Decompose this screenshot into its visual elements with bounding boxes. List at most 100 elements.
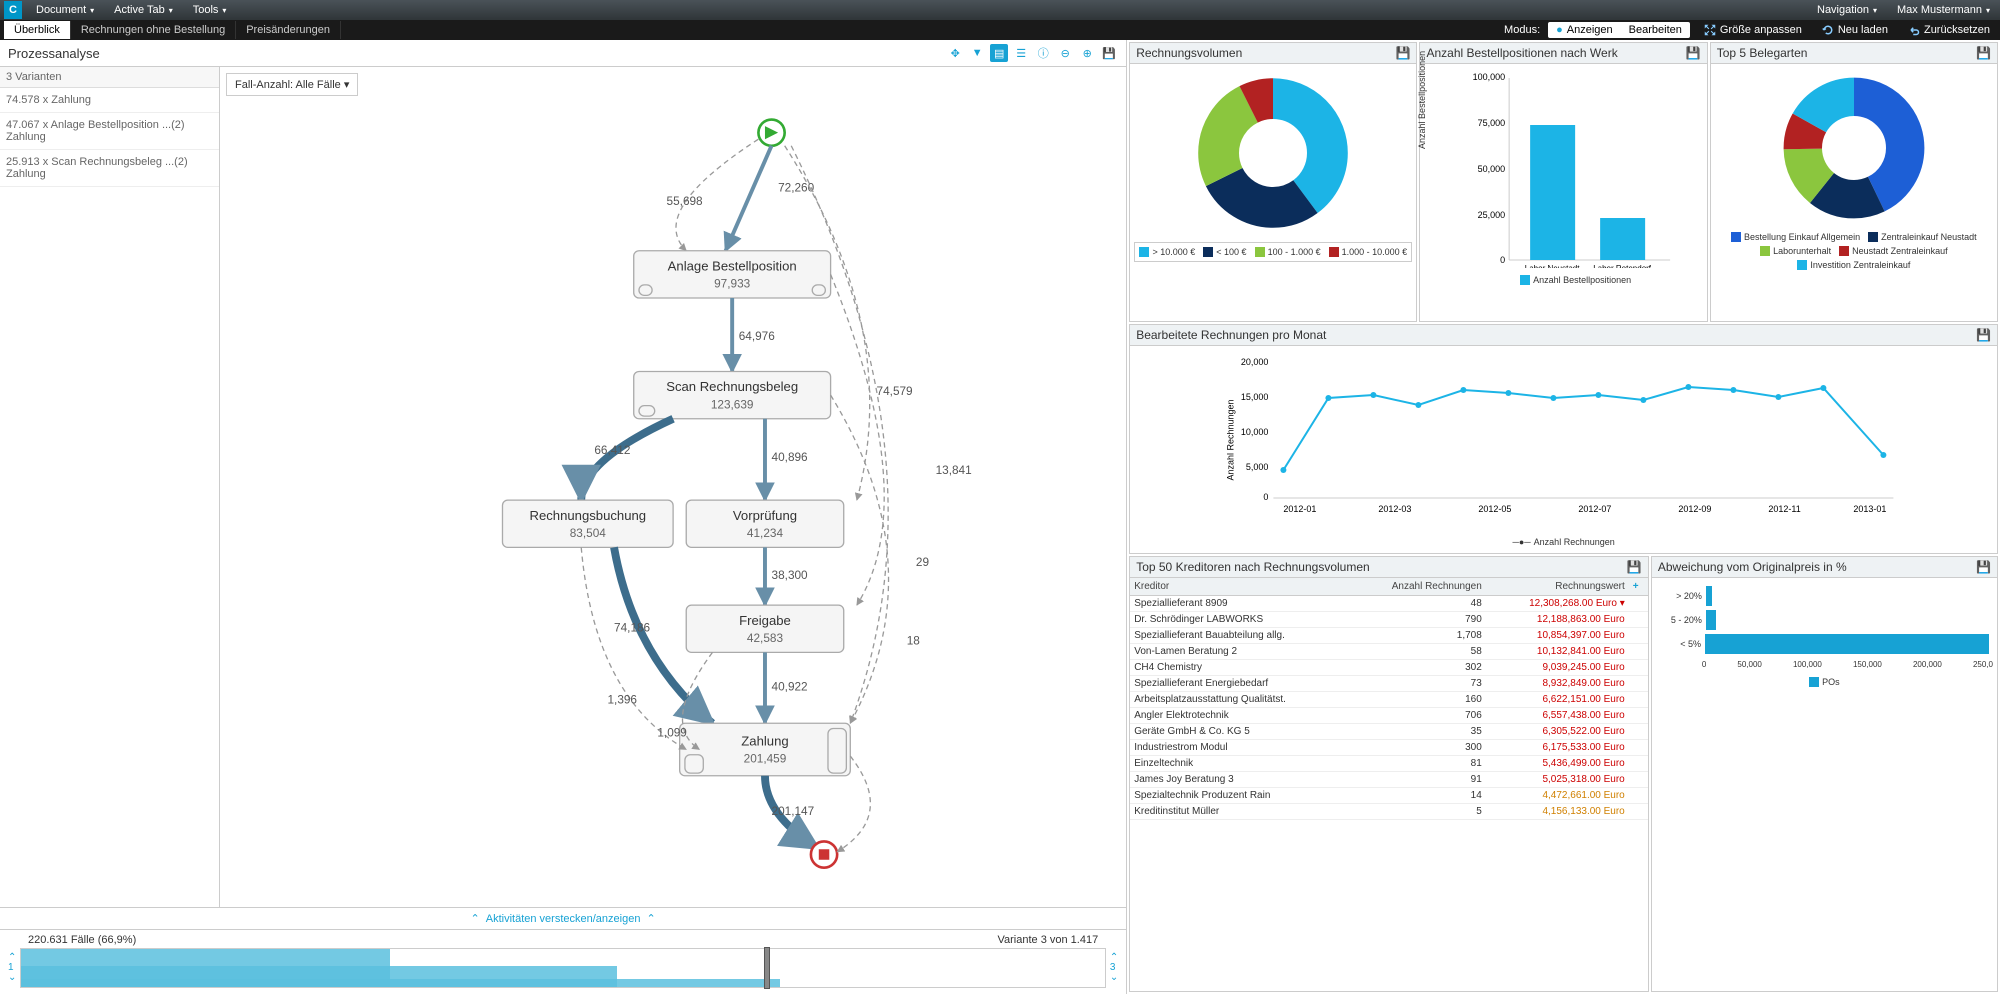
svg-text:Freigabe: Freigabe — [739, 613, 791, 628]
tool-filter[interactable]: ▼ — [968, 44, 986, 62]
svg-text:41,234: 41,234 — [747, 526, 784, 540]
svg-text:74,186: 74,186 — [614, 620, 651, 634]
reload-icon — [1822, 24, 1834, 36]
donut-chart[interactable] — [1774, 68, 1934, 228]
panel-title: Top 50 Kreditoren nach Rechnungsvolumen — [1136, 560, 1369, 574]
table-row[interactable]: Geräte GmbH & Co. KG 5356,305,522.00 Eur… — [1130, 724, 1648, 740]
variant-item[interactable]: 25.913 x Scan Rechnungsbeleg ...(2) Zahl… — [0, 150, 219, 187]
table-row[interactable]: Von-Lamen Beratung 25810,132,841.00 Euro — [1130, 644, 1648, 660]
kreditoren-table[interactable]: Kreditor Anzahl Rechnungen Rechnungswert… — [1130, 578, 1648, 991]
save-icon[interactable]: 💾 — [1976, 46, 1991, 60]
tool-view-graph[interactable]: ▤ — [990, 44, 1008, 62]
svg-text:Rechnungsbuchung: Rechnungsbuchung — [529, 508, 646, 523]
table-row[interactable]: CH4 Chemistry3029,039,245.00 Euro — [1130, 660, 1648, 676]
table-row[interactable]: Speziallieferant Energiebedarf738,932,84… — [1130, 676, 1648, 692]
node-zahlung[interactable]: Zahlung 201,459 — [680, 723, 851, 776]
hbar-chart[interactable]: > 20% 5 - 20% < 5% 050,000100,000 150,00… — [1652, 578, 1997, 991]
donut-chart[interactable] — [1188, 68, 1358, 238]
table-row[interactable]: Kreditinstitut Müller54,156,133.00 Euro — [1130, 804, 1648, 820]
tab-invoices-no-order[interactable]: Rechnungen ohne Bestellung — [71, 21, 236, 39]
tab-overview[interactable]: Überblick — [4, 21, 71, 39]
bar-chart[interactable]: Anzahl Bestellpositionen 100,000 75,000 … — [1420, 64, 1706, 321]
variant-item[interactable]: 47.067 x Anlage Bestellposition ...(2) Z… — [0, 113, 219, 150]
menu-document[interactable]: Document — [26, 0, 104, 20]
process-graph[interactable]: Fall-Anzahl: Alle Fälle 72,260 55,698 — [220, 67, 1126, 907]
menu-user[interactable]: Max Mustermann — [1887, 4, 2000, 16]
svg-text:20,000: 20,000 — [1241, 357, 1269, 367]
table-row[interactable]: Arbeitsplatzausstattung Qualitätst.1606,… — [1130, 692, 1648, 708]
case-count-dropdown[interactable]: Fall-Anzahl: Alle Fälle — [226, 73, 358, 96]
toggle-activities[interactable]: Aktivitäten verstecken/anzeigen — [0, 907, 1126, 929]
slider-track[interactable] — [20, 948, 1105, 988]
line-chart[interactable]: Anzahl Rechnungen 20,000 15,000 10,000 5… — [1130, 346, 1997, 551]
reload-button[interactable]: Neu laden — [1816, 24, 1894, 36]
table-row[interactable]: Dr. Schrödinger LABWORKS79012,188,863.00… — [1130, 612, 1648, 628]
expand-icon — [1704, 24, 1716, 36]
svg-text:2012-07: 2012-07 — [1579, 504, 1612, 514]
table-row[interactable]: Einzeltechnik815,436,499.00 Euro — [1130, 756, 1648, 772]
undo-icon — [1908, 24, 1920, 36]
svg-text:29: 29 — [916, 555, 929, 569]
tool-zoom-out[interactable]: ⊖ — [1056, 44, 1074, 62]
save-icon[interactable]: 💾 — [1976, 560, 1991, 574]
add-column-icon[interactable]: + — [1629, 578, 1648, 596]
svg-text:15,000: 15,000 — [1241, 392, 1269, 402]
svg-text:83,504: 83,504 — [570, 526, 607, 540]
svg-text:1,396: 1,396 — [607, 693, 637, 707]
svg-text:40,896: 40,896 — [772, 450, 809, 464]
svg-text:Scan Rechnungsbeleg: Scan Rechnungsbeleg — [666, 379, 798, 394]
tool-view-list[interactable]: ☰ — [1012, 44, 1030, 62]
tool-info[interactable]: ⓘ — [1034, 44, 1052, 62]
svg-text:75,000: 75,000 — [1478, 118, 1506, 128]
panel-bestellpositionen: Anzahl Bestellpositionen nach Werk💾 Anza… — [1419, 42, 1707, 322]
table-row[interactable]: Speziallieferant 89094812,308,268.00 Eur… — [1130, 596, 1648, 612]
svg-text:0: 0 — [1501, 255, 1506, 265]
slider-left-stepper[interactable]: ⌃1⌄ — [8, 953, 16, 983]
variant-item[interactable]: 74.578 x Zahlung — [0, 88, 219, 113]
slider-left-label: 220.631 Fälle (66,9%) — [28, 934, 136, 946]
save-icon[interactable]: 💾 — [1627, 560, 1642, 574]
tool-save[interactable]: 💾 — [1100, 44, 1118, 62]
tool-zoom-in[interactable]: ⊕ — [1078, 44, 1096, 62]
svg-text:25,000: 25,000 — [1478, 210, 1506, 220]
table-row[interactable]: Angler Elektrotechnik7066,557,438.00 Eur… — [1130, 708, 1648, 724]
variants-header: 3 Varianten — [0, 67, 219, 88]
node-freigabe[interactable]: Freigabe 42,583 — [686, 605, 844, 652]
panel-monthly: Bearbeitete Rechnungen pro Monat💾 Anzahl… — [1129, 324, 1998, 554]
menu-active-tab[interactable]: Active Tab — [104, 0, 183, 20]
svg-text:0: 0 — [1264, 492, 1269, 502]
svg-text:Labor Rotendorf: Labor Rotendorf — [1594, 264, 1653, 268]
svg-text:2012-03: 2012-03 — [1379, 504, 1412, 514]
menu-navigation[interactable]: Navigation — [1807, 4, 1887, 16]
tab-price-changes[interactable]: Preisänderungen — [236, 21, 341, 39]
mode-view[interactable]: Anzeigen — [1548, 22, 1621, 38]
node-rechnungsbuchung[interactable]: Rechnungsbuchung 83,504 — [502, 500, 673, 547]
mode-edit[interactable]: Bearbeiten — [1621, 22, 1690, 38]
table-row[interactable]: Spezialtechnik Produzent Rain144,472,661… — [1130, 788, 1648, 804]
process-header: Prozessanalyse ✥ ▼ ▤ ☰ ⓘ ⊖ ⊕ 💾 — [0, 40, 1126, 67]
mode-toggle[interactable]: Anzeigen Bearbeiten — [1548, 22, 1690, 38]
tool-move[interactable]: ✥ — [946, 44, 964, 62]
table-row[interactable]: James Joy Beratung 3915,025,318.00 Euro — [1130, 772, 1648, 788]
svg-text:1,099: 1,099 — [657, 725, 687, 739]
table-row[interactable]: Speziallieferant Bauabteilung allg.1,708… — [1130, 628, 1648, 644]
svg-text:Zahlung: Zahlung — [741, 734, 788, 749]
svg-text:Anlage Bestellposition: Anlage Bestellposition — [668, 258, 797, 273]
svg-text:100,000: 100,000 — [1473, 72, 1506, 82]
svg-text:2012-05: 2012-05 — [1479, 504, 1512, 514]
node-vorpruefung[interactable]: Vorprüfung 41,234 — [686, 500, 844, 547]
table-row[interactable]: Industriestrom Modul3006,175,533.00 Euro — [1130, 740, 1648, 756]
panel-abweichung: Abweichung vom Originalpreis in %💾 > 20%… — [1651, 556, 1998, 992]
save-icon[interactable]: 💾 — [1686, 46, 1701, 60]
node-anlage-bestellposition[interactable]: Anlage Bestellposition 97,933 — [634, 251, 831, 298]
save-icon[interactable]: 💾 — [1396, 46, 1411, 60]
save-icon[interactable]: 💾 — [1976, 328, 1991, 342]
svg-text:97,933: 97,933 — [714, 277, 751, 291]
mode-label: Modus: — [1504, 24, 1540, 36]
reset-button[interactable]: Zurücksetzen — [1902, 24, 1996, 36]
slider-right-stepper[interactable]: ⌃3⌄ — [1110, 953, 1118, 983]
node-scan-rechnungsbeleg[interactable]: Scan Rechnungsbeleg 123,639 — [634, 372, 831, 419]
fit-button[interactable]: Größe anpassen — [1698, 24, 1808, 36]
menu-tools[interactable]: Tools — [183, 0, 237, 20]
svg-text:42,583: 42,583 — [747, 631, 784, 645]
